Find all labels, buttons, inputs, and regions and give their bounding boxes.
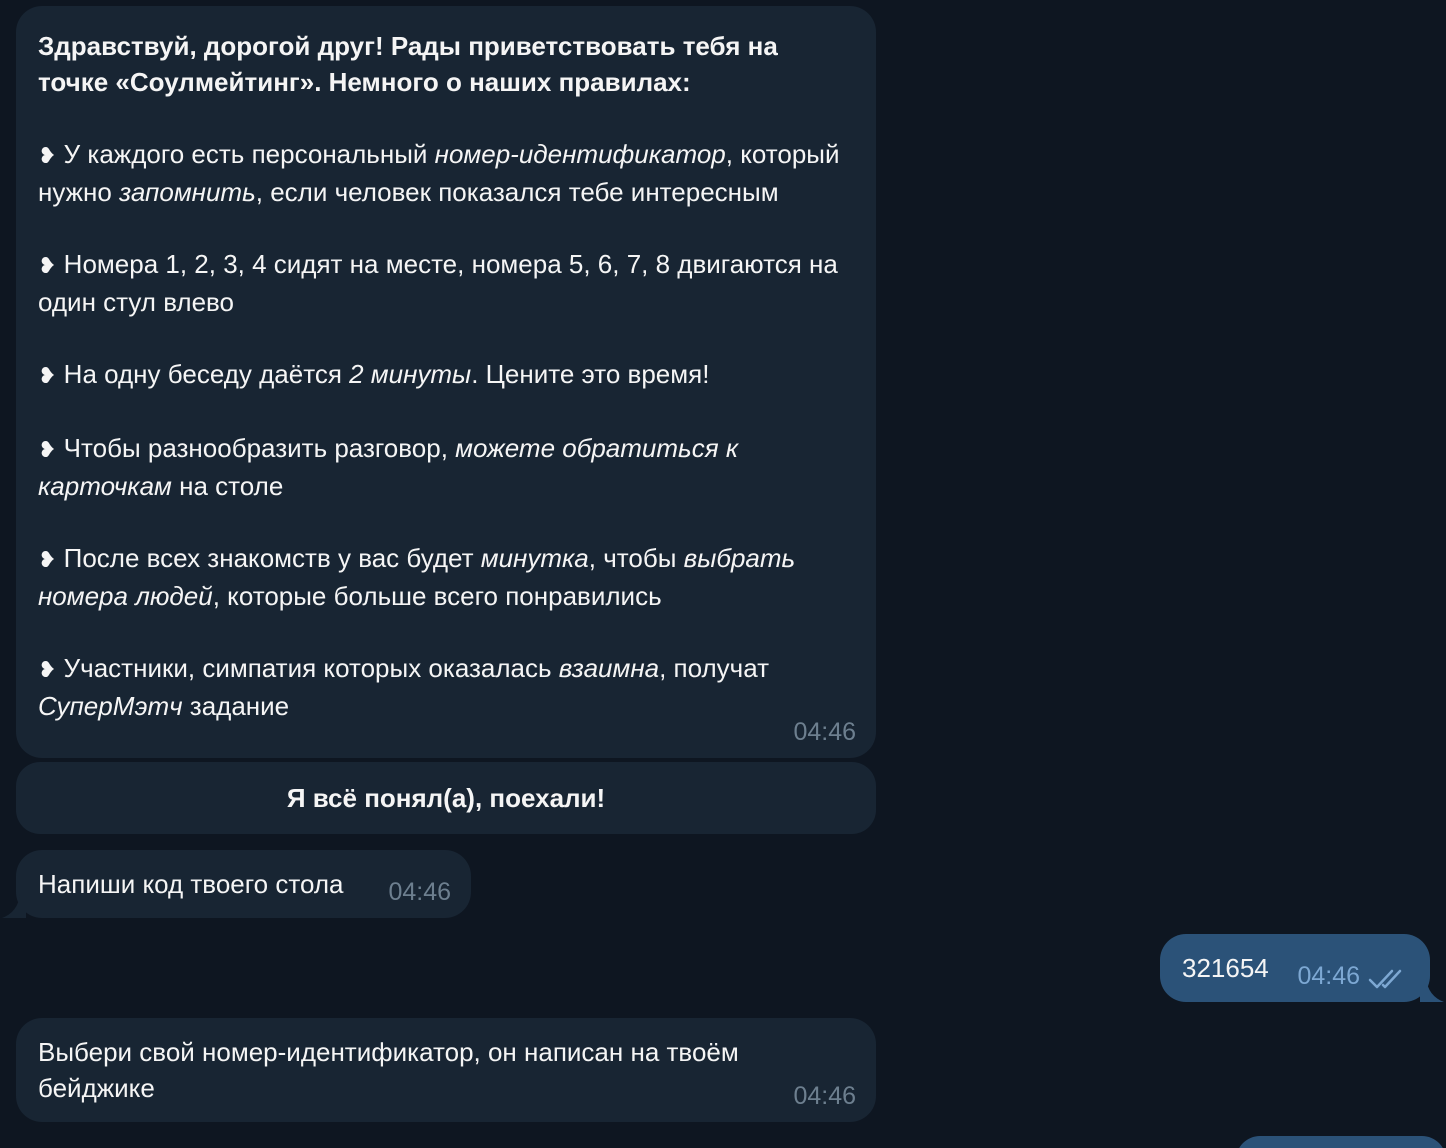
rule-text: , чтобы [588, 543, 684, 573]
rule-text: . Цените это время! [471, 359, 710, 389]
message-ask-id[interactable]: Выбери свой номер-идентификатор, он напи… [16, 1018, 876, 1122]
rule-emphasis: номер-идентификатор [434, 139, 726, 169]
heart-arrow-icon: ❥ [38, 363, 57, 388]
chat-history[interactable]: Здравствуй, дорогой друг! Рады приветств… [0, 0, 1446, 1148]
rule-text: Чтобы разнообразить разговор, [56, 433, 456, 463]
rule-6: ❥ Участники, симпатия которых оказалась … [38, 650, 854, 724]
rule-text: задание [182, 691, 290, 721]
heart-arrow-icon: ❥ [38, 143, 57, 168]
message-rules-title: Здравствуй, дорогой друг! Рады приветств… [38, 31, 778, 97]
rule-emphasis: взаимна [558, 653, 660, 683]
bubble-tail [1420, 978, 1444, 1002]
rule-emphasis: запомнить [119, 177, 256, 207]
heart-arrow-icon: ❥ [38, 657, 57, 682]
rule-1: ❥ У каждого есть персональный номер-иден… [38, 136, 854, 210]
message-time: 04:46 [793, 718, 856, 746]
message-user-code[interactable]: 321654 04:46 [1160, 934, 1430, 1002]
message-text: Выбери свой номер-идентификатор, он напи… [38, 1037, 739, 1103]
message-time: 04:46 [388, 878, 451, 906]
message-text: Напиши код твоего стола [38, 869, 344, 899]
double-check-icon [1368, 969, 1402, 989]
message-time: 04:46 [1297, 962, 1360, 990]
rule-3: ❥ На одну беседу даётся 2 минуты. Цените… [38, 356, 854, 394]
message-time: 04:46 [793, 1082, 856, 1110]
rule-text: На одну беседу даётся [56, 359, 350, 389]
rule-text: Участники, симпатия которых оказалась [56, 653, 559, 683]
message-partial [1236, 1136, 1446, 1148]
message-text: 321654 [1182, 953, 1269, 983]
rule-2: ❥ Номера 1, 2, 3, 4 сидят на месте, номе… [38, 246, 854, 320]
rule-text: Номера 1, 2, 3, 4 сидят на месте, номера… [38, 249, 838, 317]
rule-text: После всех знакомств у вас будет [56, 543, 481, 573]
heart-arrow-icon: ❥ [38, 253, 57, 278]
rule-text: , получат [659, 653, 770, 683]
rule-emphasis: СуперМэтч [38, 691, 183, 721]
rule-text: на столе [171, 471, 284, 501]
rule-5: ❥ После всех знакомств у вас будет минут… [38, 540, 854, 614]
bubble-tail [2, 894, 26, 918]
rule-text: , которые больше всего понравились [212, 581, 662, 611]
message-ask-code[interactable]: Напиши код твоего стола 04:46 [16, 850, 471, 918]
rule-emphasis: 2 минуты [349, 359, 472, 389]
rule-4: ❥ Чтобы разнообразить разговор, можете о… [38, 430, 854, 504]
rule-text: У каждого есть персональный [56, 139, 435, 169]
heart-arrow-icon: ❥ [38, 437, 57, 462]
message-rules[interactable]: Здравствуй, дорогой друг! Рады приветств… [16, 6, 876, 758]
understood-button[interactable]: Я всё понял(а), поехали! [16, 762, 876, 834]
heart-arrow-icon: ❥ [38, 547, 57, 572]
rule-emphasis: минутка [480, 543, 589, 573]
rule-text: , если человек показался тебе интересным [255, 177, 779, 207]
